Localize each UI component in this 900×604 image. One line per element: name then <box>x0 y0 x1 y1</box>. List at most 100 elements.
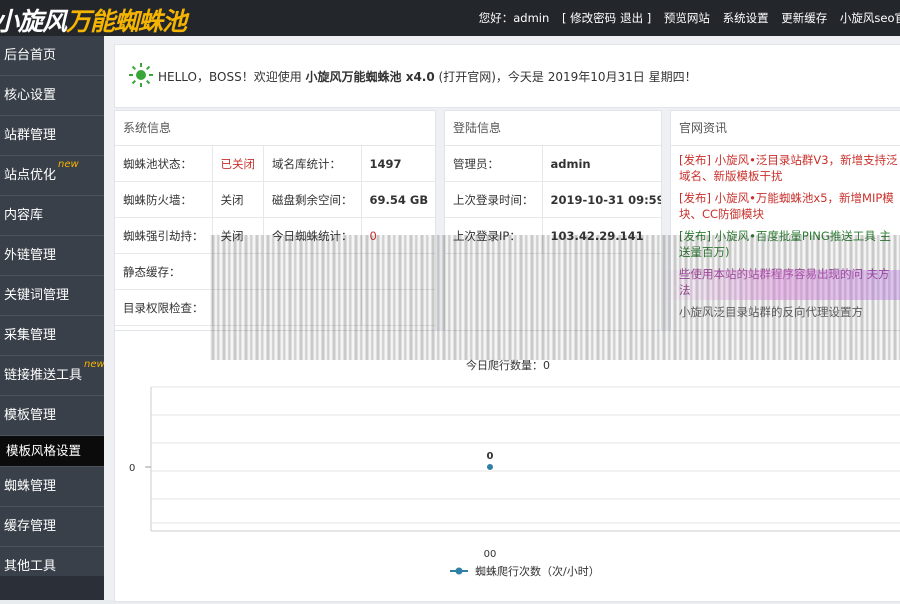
info-key <box>263 253 362 290</box>
top-nav: 您好：admin [ 修改密码 退出 ] 预览网站 系统设置 更新缓存 小旋风se… <box>470 10 900 26</box>
news-list: [发布] 小旋风•泛目录站群V3，新增支持泛域名、新版模板干扰 [发布] 小旋风•… <box>671 152 900 320</box>
sidebar-item-label: 站群管理 <box>4 128 57 143</box>
login-info-title: 登陆信息 <box>445 111 661 146</box>
sidebar-item-label: 其他工具 <box>4 559 57 574</box>
news-link[interactable]: [发布] 小旋风•百度批量PING推送工具 主送量百万) <box>679 228 899 260</box>
legend-label: 蜘蛛爬行次数（次/小时） <box>475 564 600 578</box>
data-point <box>486 463 494 471</box>
x-tick-label: 00 <box>484 549 497 560</box>
info-value: 103.42.29.141 <box>542 217 661 254</box>
info-value <box>212 253 264 290</box>
sidebar-item-label: 蜘蛛管理 <box>4 479 57 494</box>
new-badge: new <box>84 359 105 370</box>
table-row: 上次登录时间： 2019-10-31 09:59 <box>445 181 661 218</box>
sidebar-item-label: 后台首页 <box>4 48 57 63</box>
info-value: 69.54 GB <box>361 181 435 218</box>
info-key: 今日蜘蛛统计： <box>263 217 362 254</box>
info-key: 域名库统计： <box>263 146 362 182</box>
info-key: 蜘蛛池状态： <box>115 146 213 182</box>
sidebar-item[interactable]: 后台首页 <box>0 36 104 76</box>
news-panel: 官网资讯 [发布] 小旋风•泛目录站群V3，新增支持泛域名、新版模板干扰 [发布]… <box>670 110 900 352</box>
welcome-text: HELLO，BOSS！欢迎使用 小旋风万能蜘蛛池 x4.0 (打开官网)，今天是… <box>158 70 697 84</box>
sidebar-item[interactable]: 缓存管理 <box>0 507 104 547</box>
seo-official-link[interactable]: 小旋风seo官 <box>840 11 900 25</box>
sidebar-item[interactable]: 模板管理 <box>0 396 104 436</box>
greeting-text: 您好：admin <box>478 11 550 25</box>
system-info-panel: 系统信息 蜘蛛池状态： 已关闭 域名库统计： 1497 蜘蛛防火墙： 关闭 磁盘剩余空间： 6… <box>114 110 436 352</box>
info-key: 蜘蛛防火墙： <box>115 181 213 218</box>
table-row: 静态缓存： <box>115 253 435 290</box>
system-settings-link[interactable]: 系统设置 <box>723 11 769 25</box>
info-key: 上次登录时间： <box>445 181 543 218</box>
news-link[interactable]: 些使用本站的站群程序容易出现的问 夫方法 <box>679 266 899 298</box>
chart-svg: 今日爬行数量：00000蜘蛛爬行次数（次/小时） <box>129 358 900 578</box>
news-link[interactable]: 小旋风泛目录站群的反向代理设置方 <box>679 304 899 320</box>
table-row: 目录权限检查： <box>115 289 435 326</box>
sidebar-item-label: 链接推送工具 <box>4 368 83 383</box>
sidebar-item-label: 外链管理 <box>4 248 57 263</box>
info-value: 0 <box>361 217 435 254</box>
y-tick-label: 0 <box>129 463 135 474</box>
sun-icon <box>129 63 153 87</box>
sidebar-item-label: 站点优化 <box>4 168 57 183</box>
preview-site-link[interactable]: 预览网站 <box>664 11 710 25</box>
sidebar-item[interactable]: 核心设置 <box>0 76 104 116</box>
product-name: 小旋风万能蜘蛛池 x4.0 <box>305 70 435 84</box>
sidebar-item[interactable]: 模板风格设置 <box>0 436 104 467</box>
info-value: admin <box>542 146 661 182</box>
info-key <box>263 289 362 326</box>
sidebar-item-label: 模板风格设置 <box>6 443 82 458</box>
sidebar-item-label: 模板管理 <box>4 408 57 423</box>
change-password-link[interactable]: [ 修改密码 <box>562 11 616 25</box>
info-value <box>361 289 435 326</box>
sidebar-item[interactable]: 内容库 <box>0 196 104 236</box>
table-row: 蜘蛛池状态： 已关闭 域名库统计： 1497 <box>115 146 435 182</box>
login-info-table: 管理员： admin 上次登录时间： 2019-10-31 09:59 上次登录IP： 1… <box>445 146 661 254</box>
new-badge: new <box>58 159 79 170</box>
info-value <box>212 289 264 326</box>
main-content: HELLO，BOSS！欢迎使用 小旋风万能蜘蛛池 x4.0 (打开官网)，今天是… <box>104 36 900 602</box>
system-info-table: 蜘蛛池状态： 已关闭 域名库统计： 1497 蜘蛛防火墙： 关闭 磁盘剩余空间： 69.54 … <box>115 146 435 326</box>
info-key: 静态缓存： <box>115 253 213 290</box>
info-value: 关闭 <box>212 217 264 254</box>
sidebar-item[interactable]: 关键词管理 <box>0 276 104 316</box>
welcome-suffix[interactable]: (打开官网)，今天是 2019年10月31日 星期四！ <box>439 70 697 84</box>
sidebar-item-label: 核心设置 <box>4 88 57 103</box>
info-value: 2019-10-31 09:59 <box>542 181 661 218</box>
legend-marker <box>455 567 463 575</box>
sidebar-item-label: 缓存管理 <box>4 519 57 534</box>
system-info-title: 系统信息 <box>115 111 435 146</box>
sidebar-item-label: 内容库 <box>4 208 44 223</box>
info-key: 上次登录IP： <box>445 217 543 254</box>
sidebar-item[interactable]: 外链管理 <box>0 236 104 276</box>
data-label: 0 <box>487 451 494 462</box>
logout-link[interactable]: 退出 ] <box>620 11 651 25</box>
sidebar-item[interactable]: 站群管理 <box>0 116 104 156</box>
info-value: 关闭 <box>212 181 264 218</box>
sidebar-item[interactable]: 链接推送工具 new <box>0 356 105 396</box>
welcome-banner: HELLO，BOSS！欢迎使用 小旋风万能蜘蛛池 x4.0 (打开官网)，今天是… <box>114 44 900 108</box>
table-row: 管理员： admin <box>445 146 661 182</box>
table-row: 蜘蛛强引劫持： 关闭 今日蜘蛛统计： 0 <box>115 217 435 254</box>
info-value: 1497 <box>361 146 435 182</box>
info-value <box>361 253 435 290</box>
sidebar-item[interactable]: 蜘蛛管理 <box>0 467 104 507</box>
app-logo[interactable]: 小旋风万能蜘蛛池 <box>0 2 187 38</box>
crawl-chart: 今日爬行数量：0 0 00 0 蜘蛛爬行次数（次/小时） <box>114 330 900 602</box>
sidebar-footer <box>0 576 104 600</box>
update-cache-link[interactable]: 更新缓存 <box>781 11 827 25</box>
chart-title: 今日爬行数量：0 <box>466 358 550 372</box>
sidebar-item-label: 采集管理 <box>4 328 57 343</box>
news-link[interactable]: [发布] 小旋风•泛目录站群V3，新增支持泛域名、新版模板干扰 <box>679 152 899 184</box>
info-key: 目录权限检查： <box>115 289 213 326</box>
info-value: 已关闭 <box>212 146 264 182</box>
login-info-panel: 登陆信息 管理员： admin 上次登录时间： 2019-10-31 09:59 上次登… <box>444 110 662 352</box>
sidebar: 后台首页 核心设置 站群管理 站点优化 new 内容库 外链管理 关键词管理 采集管理 链接推送工… <box>0 36 105 600</box>
news-link[interactable]: [发布] 小旋风•万能蜘蛛池x5，新增MIP模块、CC防御模块 <box>679 190 899 222</box>
sidebar-item[interactable]: 站点优化 new <box>0 156 104 196</box>
top-header: 小旋风万能蜘蛛池 您好：admin [ 修改密码 退出 ] 预览网站 系统设置 更… <box>0 0 900 36</box>
table-row: 蜘蛛防火墙： 关闭 磁盘剩余空间： 69.54 GB <box>115 181 435 218</box>
sidebar-item-label: 关键词管理 <box>4 288 70 303</box>
table-row: 上次登录IP： 103.42.29.141 <box>445 217 661 254</box>
info-key: 磁盘剩余空间： <box>263 181 362 218</box>
